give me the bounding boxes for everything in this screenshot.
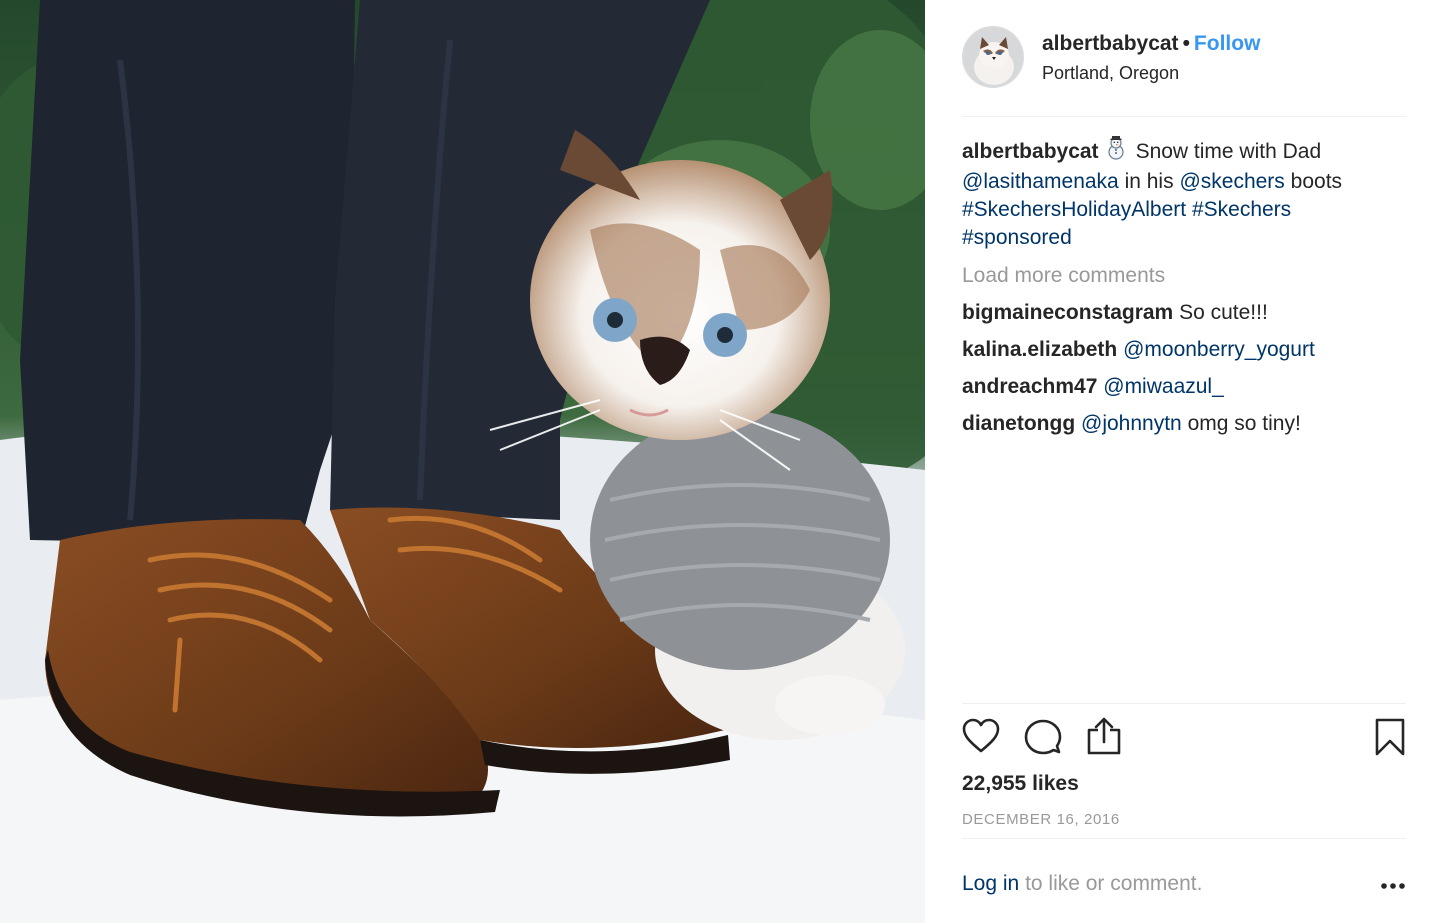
comment-icon[interactable] — [1024, 718, 1062, 761]
caption-hashtag[interactable]: #sponsored — [962, 226, 1072, 249]
avatar[interactable] — [962, 26, 1024, 88]
comment-username[interactable]: bigmaineconstagram — [962, 301, 1173, 324]
post-side-panel: albertbabycat • Follow Portland, Oregon al… — [925, 0, 1440, 923]
comment-username[interactable]: andreachm47 — [962, 375, 1097, 398]
caption-mention-2[interactable]: @skechers — [1179, 170, 1284, 193]
login-prompt: Log in to like or comment. — [962, 872, 1202, 896]
post-photo[interactable] — [0, 0, 925, 923]
cat-with-boots-photo — [0, 0, 925, 923]
login-link[interactable]: Log in — [962, 872, 1019, 895]
comment-username[interactable]: kalina.elizabeth — [962, 338, 1117, 361]
action-icons — [962, 704, 1406, 772]
post-caption: albertbabycat Snow time with Dad @lasitha… — [962, 136, 1406, 252]
post-header: albertbabycat • Follow Portland, Oregon — [962, 26, 1406, 117]
follow-button[interactable]: Follow — [1194, 32, 1261, 55]
comment-mention[interactable]: @miwaazul_ — [1103, 375, 1224, 398]
snowman-icon — [1105, 136, 1127, 168]
more-options-icon[interactable] — [1380, 877, 1406, 895]
post-date: DECEMBER 16, 2016 — [962, 811, 1120, 828]
comment-mention[interactable]: @johnnytn — [1081, 412, 1182, 435]
login-prompt-text: to like or comment. — [1025, 872, 1203, 895]
likes-count[interactable]: 22,955 likes — [962, 772, 1079, 796]
comment-item: kalina.elizabeth @moonberry_yogurt — [962, 336, 1406, 364]
location-link[interactable]: Portland, Oregon — [1042, 63, 1179, 84]
caption-hashtag[interactable]: #SkechersHolidayAlbert — [962, 198, 1186, 221]
caption-text-3: boots — [1290, 170, 1343, 193]
caption-hashtag[interactable]: #Skechers — [1192, 198, 1291, 221]
comment-item: andreachm47 @miwaazul_ — [962, 373, 1406, 401]
comment-mention[interactable]: @moonberry_yogurt — [1123, 338, 1315, 361]
comment-text: omg so tiny! — [1187, 412, 1301, 435]
caption-username[interactable]: albertbabycat — [962, 140, 1099, 163]
share-icon[interactable] — [1086, 716, 1122, 761]
comment-text: So cute!!! — [1179, 301, 1268, 324]
caption-text-2: in his — [1124, 170, 1174, 193]
comment-item: dianetongg @johnnytn omg so tiny! — [962, 410, 1406, 438]
comments-section: albertbabycat Snow time with Dad @lasitha… — [962, 136, 1406, 438]
caption-mention-1[interactable]: @lasithamenaka — [962, 170, 1119, 193]
cat-avatar-image — [963, 27, 1023, 87]
comment-footer: Log in to like or comment. — [962, 838, 1406, 924]
comment-item: bigmaineconstagram So cute!!! — [962, 299, 1406, 327]
bookmark-icon[interactable] — [1374, 718, 1406, 761]
header-username[interactable]: albertbabycat — [1042, 32, 1179, 55]
heart-icon[interactable] — [962, 718, 1000, 759]
header-separator: • — [1182, 32, 1190, 55]
load-more-comments-button[interactable]: Load more comments — [962, 262, 1406, 290]
caption-text-1: Snow time with Dad — [1135, 140, 1322, 163]
header-user-line: albertbabycat • Follow — [1042, 32, 1260, 56]
comment-username[interactable]: dianetongg — [962, 412, 1075, 435]
action-bar: 22,955 likes DECEMBER 16, 2016 — [962, 703, 1406, 828]
